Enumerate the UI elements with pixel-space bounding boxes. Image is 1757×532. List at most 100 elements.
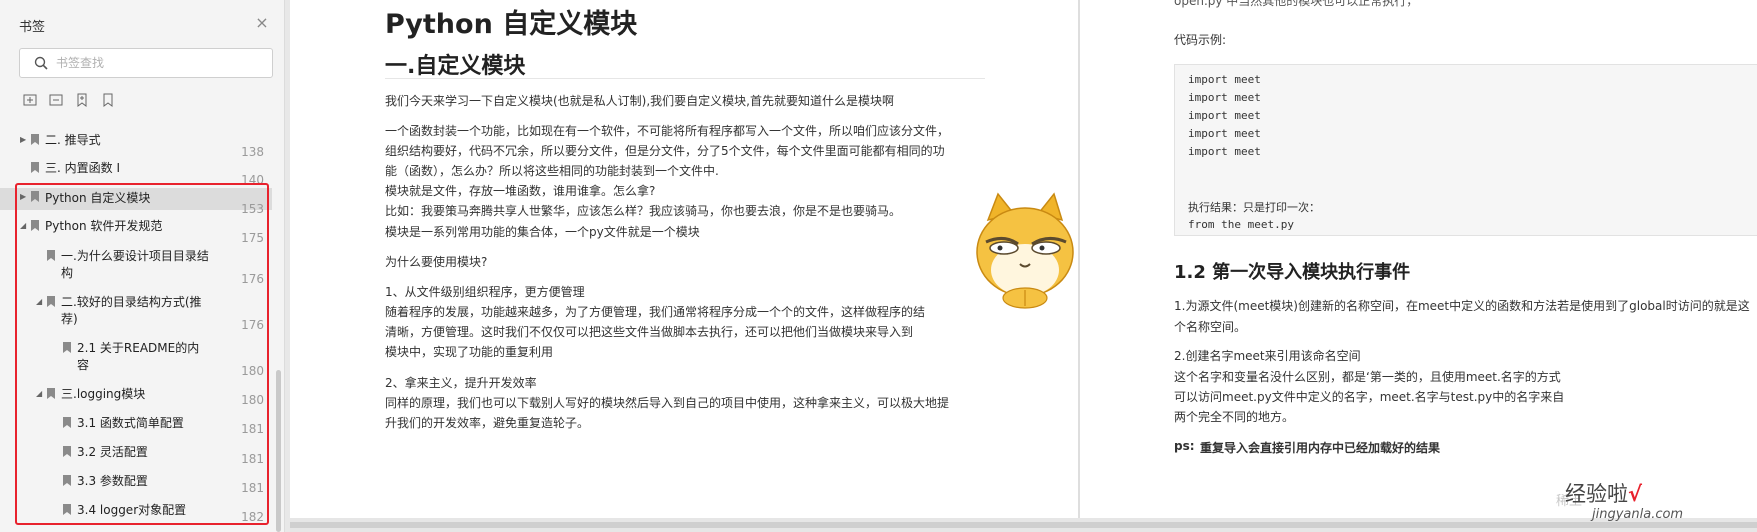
paragraph-line: 比如：我要策马奔腾共享人世繁华，应该怎么样？我应该骑马，你也要去浪，你是不是也要… bbox=[385, 204, 902, 218]
bookmark-label: 3.4 logger对象配置 bbox=[77, 503, 187, 517]
paragraph-line: 模块就是文件，存放一堆函数，谁用谁拿。怎么拿? bbox=[385, 184, 656, 198]
bookmark-label: Python 软件开发规范 bbox=[45, 219, 163, 233]
bookmark-item[interactable]: 3.1 函数式简单配置 181 bbox=[0, 415, 272, 436]
code-result: from the meet.py bbox=[1188, 218, 1294, 231]
bookmark-item[interactable]: ◢ Python 软件开发规范 175 bbox=[0, 218, 272, 245]
paragraph-line: 清晰，方便管理。这时我们不仅仅可以把这些文件当做脚本去执行，还可以把他们当做模块… bbox=[385, 325, 914, 339]
paragraph-line: 个名称空间。 bbox=[1174, 320, 1247, 334]
bookmark-label: 二.较好的目录结构方式(推 bbox=[61, 295, 202, 309]
sidebar-scrollbar[interactable] bbox=[276, 370, 281, 532]
document-page-left: Python 自定义模块 一.自定义模块 我们今天来学习一下自定义模块(也就是私… bbox=[290, 0, 1078, 518]
paragraph-line: 1.为源文件(meet模块)创建新的名称空间，在meet中定义的函数和方法若是使… bbox=[1174, 299, 1750, 313]
bookmark-icon bbox=[63, 475, 71, 486]
bookmark-item[interactable]: 3.2 灵活配置 181 bbox=[0, 444, 272, 466]
bookmark-page: 181 bbox=[241, 481, 264, 495]
watermark-logo: 经验啦√ bbox=[1565, 478, 1642, 508]
bookmark-label-continued: 荐) bbox=[61, 312, 78, 326]
document-page-right: open.py 中当然其他的模块也可以正常执行， 代码示例: import me… bbox=[1080, 0, 1757, 518]
paragraph-line: 升我们的开发效率，避免重复造轮子。 bbox=[385, 416, 590, 430]
partial-line: open.py 中当然其他的模块也可以正常执行， bbox=[1174, 0, 1419, 8]
bookmark-page: 176 bbox=[241, 272, 264, 286]
code-line: import meet bbox=[1188, 109, 1261, 122]
code-line: import meet bbox=[1188, 127, 1261, 140]
bookmark-label-continued: 构 bbox=[61, 266, 74, 280]
bookmark-item[interactable]: ◢ 二.较好的目录结构方式(推 荐) 176 bbox=[0, 294, 272, 332]
paragraph-line: 一个函数封装一个功能，比如现在有一个软件，不可能将所有程序都写入一个文件，所以咱… bbox=[385, 124, 950, 138]
bookmark-label: 二. 推导式 bbox=[45, 133, 101, 147]
bookmark-icon bbox=[63, 342, 71, 353]
bookmark-label: 三.logging模块 bbox=[61, 387, 146, 401]
expand-arrow-icon[interactable]: ▶ bbox=[20, 192, 28, 201]
paragraph-line: 这个名字和变量名没什么区别，都是‘第一类的，且使用meet.名字的方式 bbox=[1174, 370, 1561, 384]
bookmark-page: 153 bbox=[241, 202, 264, 216]
pdf-reader-window: 书签 × 书签查找 ▶ 二. 推导式 138 三. 内置函数 I 140 ▶ P… bbox=[0, 0, 1757, 532]
code-example-label: 代码示例: bbox=[1174, 33, 1227, 47]
ps-text: 重复导入会直接引用内存中已经加载好的结果 bbox=[1200, 441, 1441, 455]
bookmark-page: 175 bbox=[241, 231, 264, 245]
heading-rule bbox=[385, 78, 985, 79]
collapse-all-icon[interactable] bbox=[48, 92, 64, 108]
scrollbar-thumb[interactable] bbox=[290, 522, 1757, 528]
bookmark-label: 3.2 灵活配置 bbox=[77, 445, 148, 459]
bookmark-icon[interactable] bbox=[100, 92, 116, 108]
bookmark-icon bbox=[47, 296, 55, 307]
paragraph-line: 2.创建名字meet来引用该命名空间 bbox=[1174, 349, 1361, 363]
paragraph-line: 可以访问meet.py文件中定义的名字，meet.名字与test.py中的名字来… bbox=[1174, 390, 1565, 404]
paragraph-line: 能（函数），怎么办？所以将这些相同的功能封装到一个文件中. bbox=[385, 164, 719, 178]
bookmark-item[interactable]: 三. 内置函数 I 140 bbox=[0, 160, 272, 187]
bookmark-item[interactable]: ◢ 三.logging模块 180 bbox=[0, 386, 272, 407]
bookmark-sidebar: 书签 × 书签查找 ▶ 二. 推导式 138 三. 内置函数 I 140 ▶ P… bbox=[0, 0, 285, 532]
paragraph-line: 组织结构要好，代码不冗余，所以要分文件，但是分文件，分了5个文件，每个文件里面可… bbox=[385, 144, 945, 158]
section-heading: 一.自定义模块 bbox=[385, 54, 526, 79]
paragraph-line: 模块是一系列常用功能的集合体，一个py文件就是一个模块 bbox=[385, 225, 700, 239]
bookmark-label-continued: 容 bbox=[77, 358, 90, 372]
code-result-label: 执行结果：只是打印一次： bbox=[1188, 201, 1320, 214]
check-icon: √ bbox=[1628, 482, 1643, 506]
bookmark-item-selected[interactable]: ▶ Python 自定义模块 153 bbox=[0, 188, 272, 216]
bookmark-page: 181 bbox=[241, 452, 264, 466]
bookmark-label: Python 自定义模块 bbox=[45, 191, 151, 205]
bookmark-item[interactable]: 一.为什么要设计项目目录结 构 176 bbox=[0, 248, 272, 286]
bookmark-search-box[interactable] bbox=[19, 48, 273, 78]
bookmark-label: 三. 内置函数 I bbox=[45, 161, 120, 175]
bookmark-icon bbox=[31, 134, 39, 145]
watermark-brand: 经验啦 bbox=[1565, 482, 1628, 506]
collapse-arrow-icon[interactable]: ◢ bbox=[36, 297, 44, 306]
bookmark-icon bbox=[63, 417, 71, 428]
bookmark-label: 2.1 关于README的内 bbox=[77, 341, 200, 355]
bookmark-page: 180 bbox=[241, 364, 264, 378]
collapse-arrow-icon[interactable]: ◢ bbox=[36, 389, 44, 398]
bookmark-icon bbox=[31, 191, 39, 202]
bookmark-page: 140 bbox=[241, 173, 264, 187]
close-icon[interactable]: × bbox=[255, 15, 269, 31]
expand-all-icon[interactable] bbox=[22, 92, 38, 108]
bookmark-page: 138 bbox=[241, 145, 264, 159]
watermark-site: jingyanla.com bbox=[1592, 507, 1684, 522]
bookmark-page: 181 bbox=[241, 422, 264, 436]
horizontal-scrollbar[interactable] bbox=[290, 518, 1757, 532]
bookmark-label: 一.为什么要设计项目目录结 bbox=[61, 249, 209, 263]
bookmark-item[interactable]: 3.4 logger对象配置 182 bbox=[0, 502, 272, 524]
bookmark-icon bbox=[31, 162, 39, 173]
add-bookmark-icon[interactable] bbox=[74, 92, 90, 108]
paragraph-line: 同样的原理，我们也可以下载别人写好的模块然后导入到自己的项目中使用，这种拿来主义… bbox=[385, 396, 950, 410]
bookmark-page: 176 bbox=[241, 318, 264, 332]
bookmark-item[interactable]: 3.3 参数配置 181 bbox=[0, 473, 272, 495]
bookmark-icon bbox=[63, 446, 71, 457]
bookmark-item[interactable]: ▶ 二. 推导式 138 bbox=[0, 132, 272, 159]
section-heading: 1.2 第一次导入模块执行事件 bbox=[1174, 262, 1411, 283]
ps-label: ps: bbox=[1174, 439, 1195, 453]
paragraph-line: 2、拿来主义，提升开发效率 bbox=[385, 376, 537, 390]
expand-arrow-icon[interactable]: ▶ bbox=[20, 135, 28, 144]
bookmark-item[interactable]: 2.1 关于README的内 容 180 bbox=[0, 340, 272, 378]
bookmark-search-input[interactable] bbox=[56, 54, 256, 72]
sidebar-title: 书签 bbox=[19, 20, 46, 35]
bookmark-page: 180 bbox=[241, 393, 264, 407]
collapse-arrow-icon[interactable]: ◢ bbox=[20, 221, 28, 230]
bookmark-icon bbox=[31, 220, 39, 231]
search-icon bbox=[34, 56, 48, 70]
bookmark-page: 182 bbox=[241, 510, 264, 524]
paragraph-line: 两个完全不同的地方。 bbox=[1174, 410, 1295, 424]
page-title: Python 自定义模块 bbox=[385, 9, 638, 40]
bookmark-icon bbox=[47, 388, 55, 399]
